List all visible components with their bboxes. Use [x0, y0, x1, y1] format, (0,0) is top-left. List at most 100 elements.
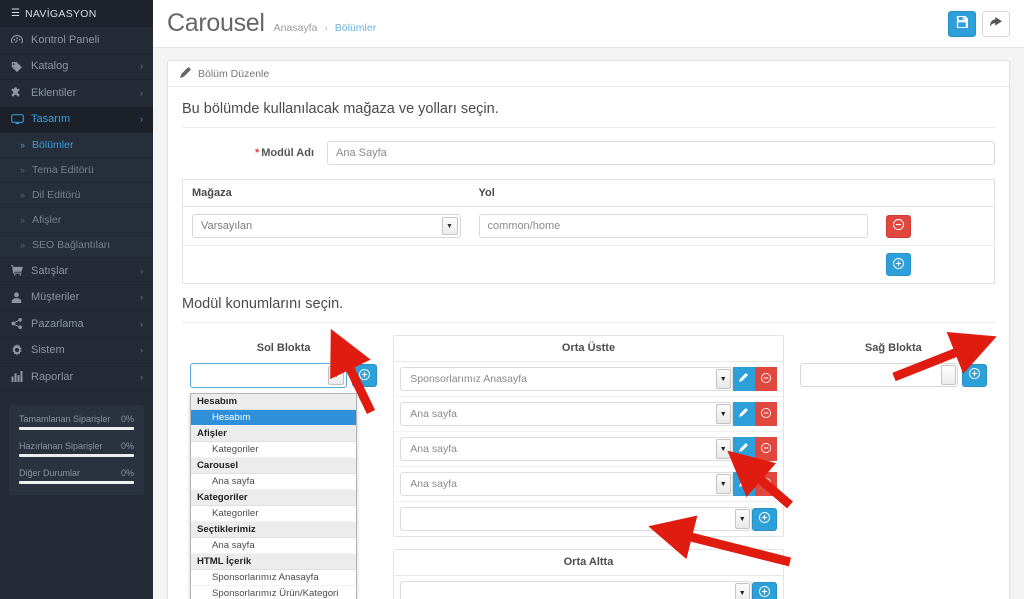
edit-module-button[interactable] — [733, 402, 755, 426]
dropdown-group-label: HTML İçerik — [191, 554, 356, 570]
right-block-select[interactable] — [800, 363, 958, 387]
dropdown-option[interactable]: Ana sayfa — [191, 474, 356, 490]
dropdown-option[interactable]: Sponsorlarımız Anasayfa — [191, 570, 356, 586]
dropdown-option[interactable]: Hesabım — [191, 410, 356, 426]
left-block-dropdown[interactable]: Hesabım Hesabım Afişler Kategoriler Caro… — [190, 393, 357, 599]
sidebar-item-pazarlama[interactable]: Pazarlama › — [0, 311, 153, 338]
sidebar: ☰ NAVİGASYON Kontrol Paneli Katalog › Ek… — [0, 0, 153, 599]
left-block-add-button[interactable] — [352, 364, 377, 387]
hamburger-icon[interactable]: ☰ — [11, 8, 20, 19]
middle-top-add-button[interactable] — [752, 508, 777, 531]
sidebar-item-katalog[interactable]: Katalog › — [0, 54, 153, 81]
left-block-select[interactable]: ▼ — [190, 363, 347, 388]
dropdown-option[interactable]: Ana sayfa — [191, 538, 356, 554]
sidebar-item-kontrol-paneli[interactable]: Kontrol Paneli — [0, 27, 153, 54]
header-actions — [948, 11, 1010, 37]
double-chevron-icon: » — [20, 190, 25, 200]
middle-bottom-title: Orta Altta — [394, 550, 782, 576]
back-button[interactable] — [982, 11, 1010, 37]
plus-circle-icon — [969, 368, 980, 382]
monitor-icon — [11, 114, 31, 125]
breadcrumb-current[interactable]: Bölümler — [335, 22, 376, 34]
chevron-down-icon[interactable] — [941, 365, 956, 385]
right-block-add-button[interactable] — [962, 364, 987, 387]
chevron-down-icon[interactable]: ▼ — [716, 369, 731, 389]
plus-circle-icon — [759, 586, 770, 599]
plus-circle-icon — [893, 258, 904, 272]
middle-bottom-select[interactable]: ▼ — [400, 581, 751, 599]
chevron-down-icon[interactable]: ▼ — [716, 404, 731, 424]
store-select[interactable]: Varsayılan ▼ — [192, 214, 461, 238]
remove-module-button[interactable] — [755, 367, 777, 391]
remove-module-button[interactable] — [755, 472, 777, 496]
chevron-down-icon[interactable]: ▼ — [716, 439, 731, 459]
module-name-label-text: Modül Adı — [261, 147, 314, 159]
cell-actions — [877, 207, 995, 246]
stores-legend: Bu bölümde kullanılacak mağaza ve yollar… — [182, 99, 995, 128]
sidebar-subitem-tema-editoru[interactable]: » Tema Editörü — [0, 158, 153, 183]
dropdown-option[interactable]: Kategoriler — [191, 442, 356, 458]
chevron-down-icon[interactable]: ▼ — [716, 474, 731, 494]
sidebar-item-satislar[interactable]: Satışlar › — [0, 258, 153, 285]
sidebar-item-tasarim[interactable]: Tasarım › — [0, 107, 153, 134]
order-stats-box: Tamamlanan Siparişler 0% Hazırlanan Sipa… — [9, 405, 144, 495]
save-button[interactable] — [948, 11, 976, 37]
stat-label: Diğer Durumlar — [19, 468, 80, 478]
cell-empty-path — [470, 246, 877, 284]
dropdown-option[interactable]: Kategoriler — [191, 506, 356, 522]
stat-value: 0% — [121, 468, 134, 478]
middle-top-select[interactable]: Ana sayfa ▼ — [400, 437, 732, 461]
minus-circle-icon — [761, 443, 771, 456]
chevron-down-icon[interactable]: ▼ — [735, 509, 750, 529]
middle-top-row: Ana sayfa ▼ — [394, 431, 782, 466]
sidebar-subitem-label: SEO Bağlantıları — [32, 239, 110, 251]
column-header-store: Mağaza — [183, 180, 470, 207]
remove-module-button[interactable] — [755, 437, 777, 461]
panel-title: Bölüm Düzenle — [198, 68, 269, 80]
breadcrumb: Anasayfa › Bölümler — [274, 14, 377, 34]
column-header-actions — [877, 180, 995, 207]
sidebar-subitem-afisler[interactable]: » Afişler — [0, 208, 153, 233]
edit-module-button[interactable] — [733, 437, 755, 461]
sidebar-item-label: Kontrol Paneli — [31, 34, 100, 46]
stat-row: Hazırlanan Siparişler 0% — [19, 441, 134, 451]
sidebar-item-sistem[interactable]: Sistem › — [0, 338, 153, 365]
remove-route-button[interactable] — [886, 215, 911, 238]
breadcrumb-home[interactable]: Anasayfa — [274, 22, 318, 34]
chevron-down-icon[interactable]: ▼ — [442, 217, 458, 235]
routes-table: Mağaza Yol Varsayılan ▼ — [182, 179, 995, 284]
dropdown-option[interactable]: Sponsorlarımız Ürün/Kategori — [191, 586, 356, 599]
middle-top-new-select[interactable]: ▼ — [400, 507, 751, 531]
stat-value: 0% — [121, 414, 134, 424]
puzzle-icon — [11, 87, 31, 98]
positions-legend: Modül konumlarını seçin. — [182, 284, 995, 323]
middle-top-select[interactable]: Sponsorlarımız Anasayfa ▼ — [400, 367, 732, 391]
sidebar-item-label: Pazarlama — [31, 318, 84, 330]
cell-path: common/home — [470, 207, 877, 246]
sidebar-item-eklentiler[interactable]: Eklentiler › — [0, 80, 153, 107]
sidebar-subitem-seo-baglantilari[interactable]: » SEO Bağlantıları — [0, 233, 153, 258]
chevron-down-icon[interactable]: ▼ — [735, 583, 750, 599]
module-name-label: *Modül Adı — [182, 147, 327, 159]
dropdown-group-label: Afişler — [191, 426, 356, 442]
sidebar-item-raporlar[interactable]: Raporlar › — [0, 364, 153, 391]
chevron-right-icon: › — [140, 88, 143, 98]
chevron-down-icon[interactable]: ▼ — [328, 366, 344, 385]
middle-bottom-add-button[interactable] — [752, 582, 777, 599]
sidebar-subitem-dil-editoru[interactable]: » Dil Editörü — [0, 183, 153, 208]
sidebar-subitem-bolumler[interactable]: » Bölümler — [0, 133, 153, 158]
minus-circle-icon — [761, 408, 771, 421]
middle-top-select[interactable]: Ana sayfa ▼ — [400, 472, 732, 496]
chevron-right-icon: › — [140, 345, 143, 355]
add-route-button[interactable] — [886, 253, 911, 276]
middle-top-select[interactable]: Ana sayfa ▼ — [400, 402, 732, 426]
remove-module-button[interactable] — [755, 402, 777, 426]
path-input[interactable]: common/home — [479, 214, 868, 238]
edit-module-button[interactable] — [733, 367, 755, 391]
edit-module-button[interactable] — [733, 472, 755, 496]
sidebar-subitem-label: Dil Editörü — [32, 189, 80, 201]
module-name-input[interactable]: Ana Sayfa — [327, 141, 995, 165]
middle-top-select-value: Ana sayfa — [410, 443, 457, 455]
tag-icon — [11, 61, 31, 72]
sidebar-item-musteriler[interactable]: Müşteriler › — [0, 285, 153, 312]
